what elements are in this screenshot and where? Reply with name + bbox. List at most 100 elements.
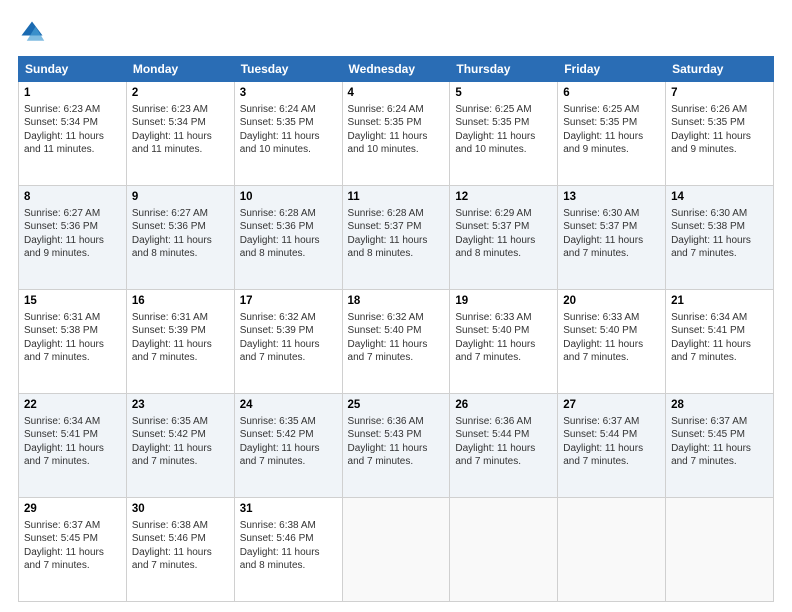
calendar-day-10: 10 Sunrise: 6:28 AM Sunset: 5:36 PM Dayl… xyxy=(234,186,342,290)
weekday-header-sunday: Sunday xyxy=(19,57,127,82)
calendar-day-4: 4 Sunrise: 6:24 AM Sunset: 5:35 PM Dayli… xyxy=(342,82,450,186)
calendar-day-22: 22 Sunrise: 6:34 AM Sunset: 5:41 PM Dayl… xyxy=(19,394,127,498)
calendar-day-14: 14 Sunrise: 6:30 AM Sunset: 5:38 PM Dayl… xyxy=(666,186,774,290)
calendar-day-9: 9 Sunrise: 6:27 AM Sunset: 5:36 PM Dayli… xyxy=(126,186,234,290)
calendar-day-25: 25 Sunrise: 6:36 AM Sunset: 5:43 PM Dayl… xyxy=(342,394,450,498)
calendar-day-11: 11 Sunrise: 6:28 AM Sunset: 5:37 PM Dayl… xyxy=(342,186,450,290)
weekday-header-tuesday: Tuesday xyxy=(234,57,342,82)
day-number: 14 xyxy=(671,190,768,206)
day-info: Sunrise: 6:35 AM Sunset: 5:42 PM Dayligh… xyxy=(240,415,337,469)
calendar-day-13: 13 Sunrise: 6:30 AM Sunset: 5:37 PM Dayl… xyxy=(558,186,666,290)
day-number: 29 xyxy=(24,502,121,518)
day-number: 21 xyxy=(671,294,768,310)
calendar-day-17: 17 Sunrise: 6:32 AM Sunset: 5:39 PM Dayl… xyxy=(234,290,342,394)
calendar-table: SundayMondayTuesdayWednesdayThursdayFrid… xyxy=(18,56,774,602)
calendar-day-12: 12 Sunrise: 6:29 AM Sunset: 5:37 PM Dayl… xyxy=(450,186,558,290)
day-info: Sunrise: 6:36 AM Sunset: 5:44 PM Dayligh… xyxy=(455,415,552,469)
day-info: Sunrise: 6:31 AM Sunset: 5:38 PM Dayligh… xyxy=(24,311,121,365)
calendar-day-7: 7 Sunrise: 6:26 AM Sunset: 5:35 PM Dayli… xyxy=(666,82,774,186)
day-number: 8 xyxy=(24,190,121,206)
weekday-header-friday: Friday xyxy=(558,57,666,82)
day-info: Sunrise: 6:29 AM Sunset: 5:37 PM Dayligh… xyxy=(455,207,552,261)
day-info: Sunrise: 6:31 AM Sunset: 5:39 PM Dayligh… xyxy=(132,311,229,365)
day-number: 19 xyxy=(455,294,552,310)
calendar-day-15: 15 Sunrise: 6:31 AM Sunset: 5:38 PM Dayl… xyxy=(19,290,127,394)
day-info: Sunrise: 6:37 AM Sunset: 5:44 PM Dayligh… xyxy=(563,415,660,469)
day-info: Sunrise: 6:25 AM Sunset: 5:35 PM Dayligh… xyxy=(563,103,660,157)
day-number: 26 xyxy=(455,398,552,414)
logo xyxy=(18,18,50,46)
empty-cell xyxy=(558,498,666,602)
empty-cell xyxy=(666,498,774,602)
calendar-day-16: 16 Sunrise: 6:31 AM Sunset: 5:39 PM Dayl… xyxy=(126,290,234,394)
weekday-header-row: SundayMondayTuesdayWednesdayThursdayFrid… xyxy=(19,57,774,82)
day-info: Sunrise: 6:28 AM Sunset: 5:37 PM Dayligh… xyxy=(348,207,445,261)
day-number: 2 xyxy=(132,86,229,102)
page: SundayMondayTuesdayWednesdayThursdayFrid… xyxy=(0,0,792,612)
day-number: 28 xyxy=(671,398,768,414)
day-info: Sunrise: 6:33 AM Sunset: 5:40 PM Dayligh… xyxy=(455,311,552,365)
day-number: 13 xyxy=(563,190,660,206)
day-info: Sunrise: 6:38 AM Sunset: 5:46 PM Dayligh… xyxy=(132,519,229,573)
day-number: 20 xyxy=(563,294,660,310)
calendar-day-2: 2 Sunrise: 6:23 AM Sunset: 5:34 PM Dayli… xyxy=(126,82,234,186)
day-info: Sunrise: 6:30 AM Sunset: 5:38 PM Dayligh… xyxy=(671,207,768,261)
day-number: 15 xyxy=(24,294,121,310)
day-number: 5 xyxy=(455,86,552,102)
empty-cell xyxy=(450,498,558,602)
day-number: 30 xyxy=(132,502,229,518)
day-number: 3 xyxy=(240,86,337,102)
day-number: 27 xyxy=(563,398,660,414)
day-number: 1 xyxy=(24,86,121,102)
day-info: Sunrise: 6:24 AM Sunset: 5:35 PM Dayligh… xyxy=(348,103,445,157)
day-info: Sunrise: 6:26 AM Sunset: 5:35 PM Dayligh… xyxy=(671,103,768,157)
calendar-week-4: 22 Sunrise: 6:34 AM Sunset: 5:41 PM Dayl… xyxy=(19,394,774,498)
day-info: Sunrise: 6:28 AM Sunset: 5:36 PM Dayligh… xyxy=(240,207,337,261)
header xyxy=(18,18,774,46)
day-info: Sunrise: 6:23 AM Sunset: 5:34 PM Dayligh… xyxy=(132,103,229,157)
day-info: Sunrise: 6:30 AM Sunset: 5:37 PM Dayligh… xyxy=(563,207,660,261)
day-number: 4 xyxy=(348,86,445,102)
day-info: Sunrise: 6:23 AM Sunset: 5:34 PM Dayligh… xyxy=(24,103,121,157)
day-info: Sunrise: 6:32 AM Sunset: 5:40 PM Dayligh… xyxy=(348,311,445,365)
day-number: 24 xyxy=(240,398,337,414)
day-number: 10 xyxy=(240,190,337,206)
calendar-day-3: 3 Sunrise: 6:24 AM Sunset: 5:35 PM Dayli… xyxy=(234,82,342,186)
calendar-week-2: 8 Sunrise: 6:27 AM Sunset: 5:36 PM Dayli… xyxy=(19,186,774,290)
day-info: Sunrise: 6:38 AM Sunset: 5:46 PM Dayligh… xyxy=(240,519,337,573)
day-number: 17 xyxy=(240,294,337,310)
day-number: 7 xyxy=(671,86,768,102)
day-number: 22 xyxy=(24,398,121,414)
weekday-header-thursday: Thursday xyxy=(450,57,558,82)
day-info: Sunrise: 6:37 AM Sunset: 5:45 PM Dayligh… xyxy=(24,519,121,573)
day-number: 11 xyxy=(348,190,445,206)
day-info: Sunrise: 6:37 AM Sunset: 5:45 PM Dayligh… xyxy=(671,415,768,469)
day-number: 18 xyxy=(348,294,445,310)
calendar-day-8: 8 Sunrise: 6:27 AM Sunset: 5:36 PM Dayli… xyxy=(19,186,127,290)
calendar-day-29: 29 Sunrise: 6:37 AM Sunset: 5:45 PM Dayl… xyxy=(19,498,127,602)
weekday-header-monday: Monday xyxy=(126,57,234,82)
day-number: 12 xyxy=(455,190,552,206)
day-info: Sunrise: 6:34 AM Sunset: 5:41 PM Dayligh… xyxy=(24,415,121,469)
calendar-day-28: 28 Sunrise: 6:37 AM Sunset: 5:45 PM Dayl… xyxy=(666,394,774,498)
day-info: Sunrise: 6:25 AM Sunset: 5:35 PM Dayligh… xyxy=(455,103,552,157)
day-number: 6 xyxy=(563,86,660,102)
day-info: Sunrise: 6:27 AM Sunset: 5:36 PM Dayligh… xyxy=(132,207,229,261)
day-info: Sunrise: 6:32 AM Sunset: 5:39 PM Dayligh… xyxy=(240,311,337,365)
weekday-header-saturday: Saturday xyxy=(666,57,774,82)
day-info: Sunrise: 6:27 AM Sunset: 5:36 PM Dayligh… xyxy=(24,207,121,261)
calendar-week-3: 15 Sunrise: 6:31 AM Sunset: 5:38 PM Dayl… xyxy=(19,290,774,394)
day-number: 16 xyxy=(132,294,229,310)
calendar-day-6: 6 Sunrise: 6:25 AM Sunset: 5:35 PM Dayli… xyxy=(558,82,666,186)
day-number: 25 xyxy=(348,398,445,414)
calendar-day-27: 27 Sunrise: 6:37 AM Sunset: 5:44 PM Dayl… xyxy=(558,394,666,498)
day-info: Sunrise: 6:24 AM Sunset: 5:35 PM Dayligh… xyxy=(240,103,337,157)
calendar-day-1: 1 Sunrise: 6:23 AM Sunset: 5:34 PM Dayli… xyxy=(19,82,127,186)
day-number: 23 xyxy=(132,398,229,414)
calendar-day-21: 21 Sunrise: 6:34 AM Sunset: 5:41 PM Dayl… xyxy=(666,290,774,394)
day-number: 9 xyxy=(132,190,229,206)
calendar-day-5: 5 Sunrise: 6:25 AM Sunset: 5:35 PM Dayli… xyxy=(450,82,558,186)
weekday-header-wednesday: Wednesday xyxy=(342,57,450,82)
calendar-day-30: 30 Sunrise: 6:38 AM Sunset: 5:46 PM Dayl… xyxy=(126,498,234,602)
calendar-day-19: 19 Sunrise: 6:33 AM Sunset: 5:40 PM Dayl… xyxy=(450,290,558,394)
